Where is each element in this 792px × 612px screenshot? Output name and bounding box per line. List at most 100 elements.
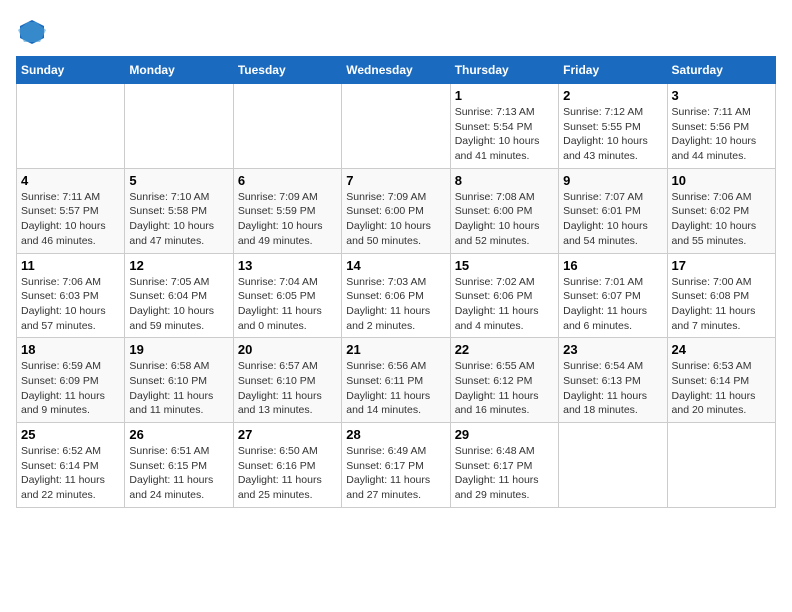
day-info: Sunrise: 6:58 AMSunset: 6:10 PMDaylight:… [129,359,228,418]
day-number: 17 [672,258,771,273]
day-info: Sunrise: 7:06 AMSunset: 6:03 PMDaylight:… [21,275,120,334]
day-number: 22 [455,342,554,357]
day-info: Sunrise: 6:48 AMSunset: 6:17 PMDaylight:… [455,444,554,503]
calendar-cell [667,423,775,508]
day-number: 4 [21,173,120,188]
calendar-cell: 20 Sunrise: 6:57 AMSunset: 6:10 PMDayligh… [233,338,341,423]
day-info: Sunrise: 6:54 AMSunset: 6:13 PMDaylight:… [563,359,662,418]
day-number: 18 [21,342,120,357]
calendar-cell: 22Sunrise: 6:55 AMSunset: 6:12 PMDayligh… [450,338,558,423]
day-info: Sunrise: 6:51 AMSunset: 6:15 PMDaylight:… [129,444,228,503]
calendar-cell: 1Sunrise: 7:13 AMSunset: 5:54 PMDaylight… [450,84,558,169]
day-info: Sunrise: 7:10 AMSunset: 5:58 PMDaylight:… [129,190,228,249]
calendar-week-2: 4 Sunrise: 7:11 AMSunset: 5:57 PMDaylight… [17,168,776,253]
day-info: Sunrise: 7:00 AMSunset: 6:08 PMDaylight:… [672,275,771,334]
calendar-cell: 12 Sunrise: 7:05 AMSunset: 6:04 PMDayligh… [125,253,233,338]
calendar-cell: 2 Sunrise: 7:12 AMSunset: 5:55 PMDaylight… [559,84,667,169]
day-number: 2 [563,88,662,103]
day-number: 12 [129,258,228,273]
day-number: 23 [563,342,662,357]
weekday-header-sunday: Sunday [17,57,125,84]
logo [16,16,52,48]
day-info: Sunrise: 7:11 AMSunset: 5:56 PMDaylight:… [672,105,771,164]
day-number: 11 [21,258,120,273]
day-info: Sunrise: 7:02 AMSunset: 6:06 PMDaylight:… [455,275,554,334]
calendar-cell: 23 Sunrise: 6:54 AMSunset: 6:13 PMDayligh… [559,338,667,423]
calendar-cell [17,84,125,169]
day-info: Sunrise: 7:09 AMSunset: 5:59 PMDaylight:… [238,190,337,249]
calendar-cell: 10Sunrise: 7:06 AMSunset: 6:02 PMDayligh… [667,168,775,253]
calendar-cell: 26 Sunrise: 6:51 AMSunset: 6:15 PMDayligh… [125,423,233,508]
day-info: Sunrise: 7:11 AMSunset: 5:57 PMDaylight:… [21,190,120,249]
day-info: Sunrise: 7:05 AMSunset: 6:04 PMDaylight:… [129,275,228,334]
day-number: 26 [129,427,228,442]
weekday-header-row: SundayMondayTuesdayWednesdayThursdayFrid… [17,57,776,84]
calendar-cell: 13 Sunrise: 7:04 AMSunset: 6:05 PMDayligh… [233,253,341,338]
day-number: 8 [455,173,554,188]
day-number: 14 [346,258,445,273]
calendar-cell: 21 Sunrise: 6:56 AMSunset: 6:11 PMDayligh… [342,338,450,423]
calendar-cell: 18 Sunrise: 6:59 AMSunset: 6:09 PMDayligh… [17,338,125,423]
calendar-cell: 25 Sunrise: 6:52 AMSunset: 6:14 PMDayligh… [17,423,125,508]
day-info: Sunrise: 7:07 AMSunset: 6:01 PMDaylight:… [563,190,662,249]
calendar-cell [233,84,341,169]
calendar-cell: 8 Sunrise: 7:08 AMSunset: 6:00 PMDaylight… [450,168,558,253]
calendar-cell: 15 Sunrise: 7:02 AMSunset: 6:06 PMDayligh… [450,253,558,338]
day-info: Sunrise: 6:53 AMSunset: 6:14 PMDaylight:… [672,359,771,418]
calendar-week-3: 11 Sunrise: 7:06 AMSunset: 6:03 PMDayligh… [17,253,776,338]
day-number: 28 [346,427,445,442]
day-number: 24 [672,342,771,357]
day-number: 7 [346,173,445,188]
calendar-cell [125,84,233,169]
calendar-cell: 19 Sunrise: 6:58 AMSunset: 6:10 PMDayligh… [125,338,233,423]
calendar-table: SundayMondayTuesdayWednesdayThursdayFrid… [16,56,776,508]
day-number: 3 [672,88,771,103]
day-info: Sunrise: 6:57 AMSunset: 6:10 PMDaylight:… [238,359,337,418]
calendar-week-4: 18 Sunrise: 6:59 AMSunset: 6:09 PMDayligh… [17,338,776,423]
day-number: 21 [346,342,445,357]
weekday-header-tuesday: Tuesday [233,57,341,84]
day-info: Sunrise: 6:52 AMSunset: 6:14 PMDaylight:… [21,444,120,503]
calendar-cell: 16Sunrise: 7:01 AMSunset: 6:07 PMDayligh… [559,253,667,338]
calendar-cell: 17 Sunrise: 7:00 AMSunset: 6:08 PMDayligh… [667,253,775,338]
day-info: Sunrise: 7:03 AMSunset: 6:06 PMDaylight:… [346,275,445,334]
day-number: 10 [672,173,771,188]
weekday-header-friday: Friday [559,57,667,84]
day-info: Sunrise: 7:08 AMSunset: 6:00 PMDaylight:… [455,190,554,249]
day-info: Sunrise: 7:12 AMSunset: 5:55 PMDaylight:… [563,105,662,164]
calendar-cell [342,84,450,169]
weekday-header-monday: Monday [125,57,233,84]
day-info: Sunrise: 6:56 AMSunset: 6:11 PMDaylight:… [346,359,445,418]
day-info: Sunrise: 6:49 AMSunset: 6:17 PMDaylight:… [346,444,445,503]
day-number: 1 [455,88,554,103]
day-info: Sunrise: 6:50 AMSunset: 6:16 PMDaylight:… [238,444,337,503]
day-number: 27 [238,427,337,442]
day-number: 19 [129,342,228,357]
calendar-cell: 7 Sunrise: 7:09 AMSunset: 6:00 PMDaylight… [342,168,450,253]
day-info: Sunrise: 7:04 AMSunset: 6:05 PMDaylight:… [238,275,337,334]
weekday-header-thursday: Thursday [450,57,558,84]
day-number: 15 [455,258,554,273]
calendar-cell: 4 Sunrise: 7:11 AMSunset: 5:57 PMDaylight… [17,168,125,253]
calendar-week-5: 25 Sunrise: 6:52 AMSunset: 6:14 PMDayligh… [17,423,776,508]
day-number: 25 [21,427,120,442]
day-number: 20 [238,342,337,357]
day-number: 9 [563,173,662,188]
page-header [16,16,776,48]
calendar-cell: 6 Sunrise: 7:09 AMSunset: 5:59 PMDaylight… [233,168,341,253]
day-number: 29 [455,427,554,442]
weekday-header-wednesday: Wednesday [342,57,450,84]
calendar-cell: 28 Sunrise: 6:49 AMSunset: 6:17 PMDayligh… [342,423,450,508]
calendar-cell: 29 Sunrise: 6:48 AMSunset: 6:17 PMDayligh… [450,423,558,508]
day-info: Sunrise: 6:59 AMSunset: 6:09 PMDaylight:… [21,359,120,418]
weekday-header-saturday: Saturday [667,57,775,84]
calendar-cell: 5Sunrise: 7:10 AMSunset: 5:58 PMDaylight… [125,168,233,253]
calendar-week-1: 1Sunrise: 7:13 AMSunset: 5:54 PMDaylight… [17,84,776,169]
day-number: 13 [238,258,337,273]
day-info: Sunrise: 7:09 AMSunset: 6:00 PMDaylight:… [346,190,445,249]
day-number: 16 [563,258,662,273]
day-number: 6 [238,173,337,188]
logo-icon [16,16,48,48]
calendar-cell: 9 Sunrise: 7:07 AMSunset: 6:01 PMDaylight… [559,168,667,253]
calendar-cell: 14 Sunrise: 7:03 AMSunset: 6:06 PMDayligh… [342,253,450,338]
